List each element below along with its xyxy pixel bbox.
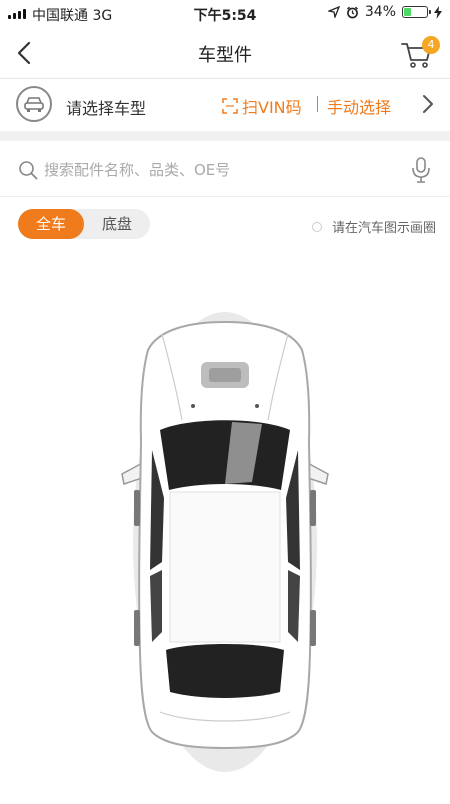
scan-vin-button[interactable]: 扫VIN码 [222,94,302,118]
car-select-row: 请选择车型 扫VIN码 手动选择 [0,79,450,131]
cart-badge: 4 [422,36,440,54]
divider [317,96,318,112]
search-bar [0,141,450,197]
tab-chassis[interactable]: 底盘 [84,209,150,239]
location-icon [327,6,340,18]
tab-full-car[interactable]: 全车 [18,209,84,239]
car-diagram[interactable] [0,252,450,800]
windshield [160,420,290,490]
hint-text: 请在汽车图示画圈 [331,221,436,236]
circle-hint: 请在汽车图示画圈 [311,217,436,236]
status-bar: 中国联通 3G 下午5:54 34% [0,0,450,28]
alarm-icon [346,6,358,18]
segment-control: 全车 底盘 [18,209,150,239]
search-icon [19,161,38,180]
section-divider [0,131,450,141]
scan-icon [222,98,238,114]
battery-percent: 34% [364,4,396,20]
tabs-row: 全车 底盘 请在汽车图示画圈 [0,197,450,252]
microphone-icon[interactable] [410,156,432,184]
rear-window [166,644,284,698]
left-rear-window [150,570,162,642]
charging-icon [434,5,442,19]
nav-bar: 车型件 4 [0,28,450,79]
page-title: 车型件 [198,45,252,66]
battery-icon [402,6,431,18]
right-rear-window [288,570,300,642]
manual-select-button[interactable]: 手动选择 [327,94,391,118]
battery-fill [404,8,412,16]
car-icon [24,97,44,112]
hint-circle-icon [311,221,322,232]
scan-vin-label: 扫VIN码 [242,98,302,117]
cart-button[interactable]: 4 [400,36,440,72]
select-car-prompt[interactable]: 请选择车型 [66,95,146,119]
car-avatar [16,86,52,122]
roof [169,491,281,643]
car-diagram-area[interactable] [0,252,450,800]
status-right: 34% [327,4,442,20]
search-input[interactable] [42,155,396,185]
chevron-right-icon[interactable] [418,93,438,115]
